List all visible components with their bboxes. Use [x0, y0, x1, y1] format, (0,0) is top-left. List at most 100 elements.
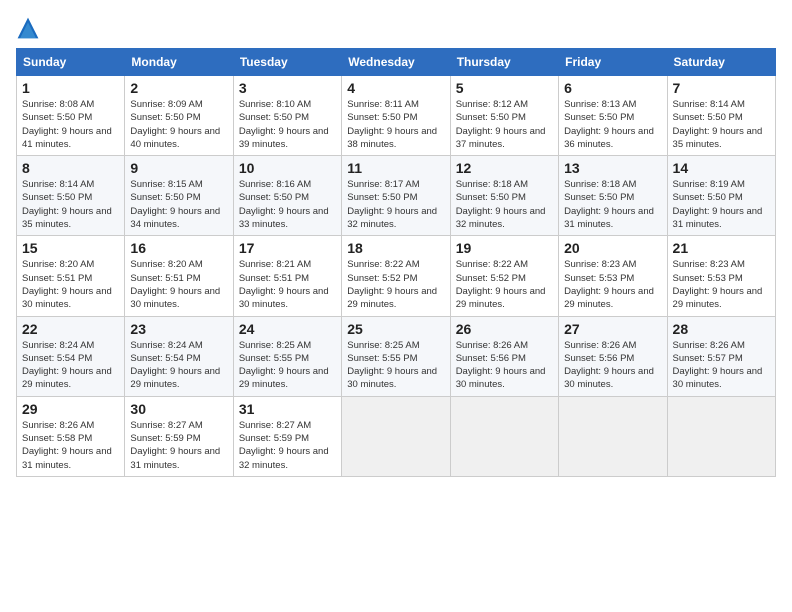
day-info: Sunrise: 8:12 AMSunset: 5:50 PMDaylight:…: [456, 98, 553, 151]
day-number: 19: [456, 240, 553, 256]
calendar-cell: 16 Sunrise: 8:20 AMSunset: 5:51 PMDayligh…: [125, 236, 233, 316]
day-info: Sunrise: 8:18 AMSunset: 5:50 PMDaylight:…: [564, 178, 661, 231]
calendar-week-2: 15 Sunrise: 8:20 AMSunset: 5:51 PMDayligh…: [17, 236, 776, 316]
calendar-cell: 8 Sunrise: 8:14 AMSunset: 5:50 PMDaylight…: [17, 156, 125, 236]
day-number: 3: [239, 80, 336, 96]
calendar-week-3: 22Sunrise: 8:24 AMSunset: 5:54 PMDayligh…: [17, 316, 776, 396]
calendar-cell: 20 Sunrise: 8:23 AMSunset: 5:53 PMDayligh…: [559, 236, 667, 316]
weekday-tuesday: Tuesday: [233, 49, 341, 76]
calendar-cell: 1 Sunrise: 8:08 AMSunset: 5:50 PMDaylight…: [17, 76, 125, 156]
day-number: 25: [347, 321, 444, 337]
day-number: 24: [239, 321, 336, 337]
calendar-week-1: 8 Sunrise: 8:14 AMSunset: 5:50 PMDaylight…: [17, 156, 776, 236]
day-number: 7: [673, 80, 770, 96]
day-number: 5: [456, 80, 553, 96]
day-number: 12: [456, 160, 553, 176]
weekday-thursday: Thursday: [450, 49, 558, 76]
logo: [16, 16, 44, 40]
weekday-wednesday: Wednesday: [342, 49, 450, 76]
day-number: 27: [564, 321, 661, 337]
day-info: Sunrise: 8:23 AMSunset: 5:53 PMDaylight:…: [673, 258, 770, 311]
day-info: Sunrise: 8:15 AMSunset: 5:50 PMDaylight:…: [130, 178, 227, 231]
day-number: 31: [239, 401, 336, 417]
day-number: 28: [673, 321, 770, 337]
calendar-cell: 24 Sunrise: 8:25 AMSunset: 5:55 PMDayligh…: [233, 316, 341, 396]
day-number: 14: [673, 160, 770, 176]
calendar-week-0: 1 Sunrise: 8:08 AMSunset: 5:50 PMDaylight…: [17, 76, 776, 156]
day-number: 18: [347, 240, 444, 256]
day-number: 26: [456, 321, 553, 337]
day-number: 9: [130, 160, 227, 176]
calendar-cell: [342, 396, 450, 476]
weekday-friday: Friday: [559, 49, 667, 76]
day-info: Sunrise: 8:16 AMSunset: 5:50 PMDaylight:…: [239, 178, 336, 231]
day-number: 1: [22, 80, 119, 96]
weekday-header-row: SundayMondayTuesdayWednesdayThursdayFrid…: [17, 49, 776, 76]
calendar-cell: 15 Sunrise: 8:20 AMSunset: 5:51 PMDayligh…: [17, 236, 125, 316]
calendar-week-4: 29Sunrise: 8:26 AMSunset: 5:58 PMDayligh…: [17, 396, 776, 476]
weekday-monday: Monday: [125, 49, 233, 76]
calendar-cell: 3Sunrise: 8:10 AMSunset: 5:50 PMDaylight…: [233, 76, 341, 156]
calendar-cell: 13 Sunrise: 8:18 AMSunset: 5:50 PMDayligh…: [559, 156, 667, 236]
day-info: Sunrise: 8:27 AMSunset: 5:59 PMDaylight:…: [239, 419, 336, 472]
weekday-saturday: Saturday: [667, 49, 775, 76]
calendar-cell: 25 Sunrise: 8:25 AMSunset: 5:55 PMDayligh…: [342, 316, 450, 396]
day-number: 13: [564, 160, 661, 176]
calendar-cell: 23 Sunrise: 8:24 AMSunset: 5:54 PMDayligh…: [125, 316, 233, 396]
day-info: Sunrise: 8:11 AMSunset: 5:50 PMDaylight:…: [347, 98, 444, 151]
day-info: Sunrise: 8:08 AMSunset: 5:50 PMDaylight:…: [22, 98, 119, 151]
day-number: 15: [22, 240, 119, 256]
calendar-cell: 31 Sunrise: 8:27 AMSunset: 5:59 PMDayligh…: [233, 396, 341, 476]
day-info: Sunrise: 8:26 AMSunset: 5:58 PMDaylight:…: [22, 419, 119, 472]
day-info: Sunrise: 8:25 AMSunset: 5:55 PMDaylight:…: [239, 339, 336, 392]
calendar-cell: 7 Sunrise: 8:14 AMSunset: 5:50 PMDaylight…: [667, 76, 775, 156]
calendar-cell: 28 Sunrise: 8:26 AMSunset: 5:57 PMDayligh…: [667, 316, 775, 396]
day-info: Sunrise: 8:26 AMSunset: 5:56 PMDaylight:…: [456, 339, 553, 392]
day-info: Sunrise: 8:24 AMSunset: 5:54 PMDaylight:…: [130, 339, 227, 392]
day-info: Sunrise: 8:17 AMSunset: 5:50 PMDaylight:…: [347, 178, 444, 231]
day-info: Sunrise: 8:23 AMSunset: 5:53 PMDaylight:…: [564, 258, 661, 311]
calendar-cell: 12 Sunrise: 8:18 AMSunset: 5:50 PMDayligh…: [450, 156, 558, 236]
calendar-cell: 19Sunrise: 8:22 AMSunset: 5:52 PMDayligh…: [450, 236, 558, 316]
day-info: Sunrise: 8:26 AMSunset: 5:57 PMDaylight:…: [673, 339, 770, 392]
day-info: Sunrise: 8:13 AMSunset: 5:50 PMDaylight:…: [564, 98, 661, 151]
page-header: [16, 16, 776, 40]
day-info: Sunrise: 8:25 AMSunset: 5:55 PMDaylight:…: [347, 339, 444, 392]
calendar-cell: 22Sunrise: 8:24 AMSunset: 5:54 PMDayligh…: [17, 316, 125, 396]
day-number: 8: [22, 160, 119, 176]
calendar-cell: 2Sunrise: 8:09 AMSunset: 5:50 PMDaylight…: [125, 76, 233, 156]
day-info: Sunrise: 8:22 AMSunset: 5:52 PMDaylight:…: [347, 258, 444, 311]
day-number: 6: [564, 80, 661, 96]
calendar-cell: 14 Sunrise: 8:19 AMSunset: 5:50 PMDayligh…: [667, 156, 775, 236]
calendar-cell: 21 Sunrise: 8:23 AMSunset: 5:53 PMDayligh…: [667, 236, 775, 316]
day-info: Sunrise: 8:26 AMSunset: 5:56 PMDaylight:…: [564, 339, 661, 392]
weekday-sunday: Sunday: [17, 49, 125, 76]
day-number: 23: [130, 321, 227, 337]
day-info: Sunrise: 8:14 AMSunset: 5:50 PMDaylight:…: [22, 178, 119, 231]
calendar-cell: 4 Sunrise: 8:11 AMSunset: 5:50 PMDaylight…: [342, 76, 450, 156]
logo-icon: [16, 16, 40, 40]
day-info: Sunrise: 8:27 AMSunset: 5:59 PMDaylight:…: [130, 419, 227, 472]
day-number: 10: [239, 160, 336, 176]
day-info: Sunrise: 8:19 AMSunset: 5:50 PMDaylight:…: [673, 178, 770, 231]
day-number: 30: [130, 401, 227, 417]
day-number: 2: [130, 80, 227, 96]
calendar-cell: 26 Sunrise: 8:26 AMSunset: 5:56 PMDayligh…: [450, 316, 558, 396]
calendar-cell: 29Sunrise: 8:26 AMSunset: 5:58 PMDayligh…: [17, 396, 125, 476]
day-number: 20: [564, 240, 661, 256]
day-info: Sunrise: 8:21 AMSunset: 5:51 PMDaylight:…: [239, 258, 336, 311]
calendar-table: SundayMondayTuesdayWednesdayThursdayFrid…: [16, 48, 776, 477]
day-number: 11: [347, 160, 444, 176]
calendar-cell: 30 Sunrise: 8:27 AMSunset: 5:59 PMDayligh…: [125, 396, 233, 476]
calendar-body: 1 Sunrise: 8:08 AMSunset: 5:50 PMDaylight…: [17, 76, 776, 477]
calendar-cell: 27 Sunrise: 8:26 AMSunset: 5:56 PMDayligh…: [559, 316, 667, 396]
day-info: Sunrise: 8:20 AMSunset: 5:51 PMDaylight:…: [22, 258, 119, 311]
day-info: Sunrise: 8:18 AMSunset: 5:50 PMDaylight:…: [456, 178, 553, 231]
day-info: Sunrise: 8:14 AMSunset: 5:50 PMDaylight:…: [673, 98, 770, 151]
day-info: Sunrise: 8:24 AMSunset: 5:54 PMDaylight:…: [22, 339, 119, 392]
calendar-cell: [450, 396, 558, 476]
day-info: Sunrise: 8:20 AMSunset: 5:51 PMDaylight:…: [130, 258, 227, 311]
day-number: 16: [130, 240, 227, 256]
day-number: 21: [673, 240, 770, 256]
day-number: 4: [347, 80, 444, 96]
